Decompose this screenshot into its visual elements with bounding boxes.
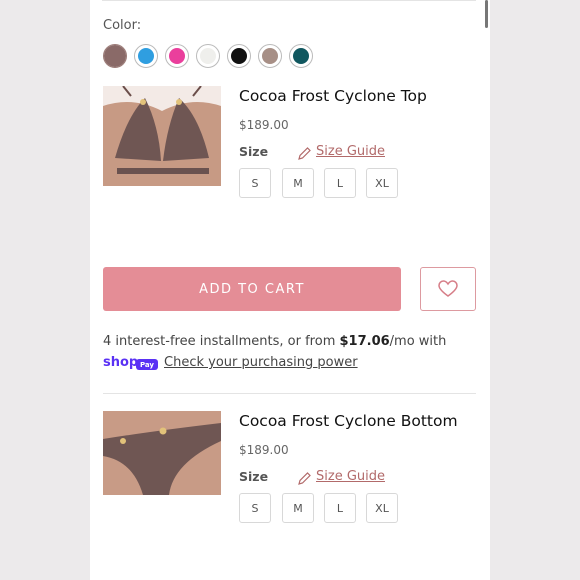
section-divider xyxy=(103,393,476,394)
pay-badge: Pay xyxy=(136,359,158,370)
swatch-black[interactable] xyxy=(227,44,251,68)
color-label: Color: xyxy=(103,18,142,33)
size-option-m[interactable]: M xyxy=(282,168,314,198)
product-title: Cocoa Frost Cyclone Bottom xyxy=(239,412,458,430)
pencil-icon xyxy=(298,147,311,160)
pencil-icon xyxy=(298,472,311,485)
product-image-top[interactable] xyxy=(103,86,221,186)
swatch-pink[interactable] xyxy=(165,44,189,68)
purchasing-power-link[interactable]: Check your purchasing power xyxy=(164,355,358,370)
shop-logo: shop xyxy=(103,355,139,370)
size-option-m[interactable]: M xyxy=(282,493,314,523)
size-option-s[interactable]: S xyxy=(239,493,271,523)
size-option-s[interactable]: S xyxy=(239,168,271,198)
scrollbar[interactable] xyxy=(485,0,488,28)
heart-icon xyxy=(438,280,458,297)
product-price: $189.00 xyxy=(239,443,289,457)
size-option-l[interactable]: L xyxy=(324,493,356,523)
swatch-taupe[interactable] xyxy=(258,44,282,68)
installments-text: 4 interest-free installments, or from $1… xyxy=(103,334,446,349)
size-label: Size xyxy=(239,469,269,484)
product-price: $189.00 xyxy=(239,118,289,132)
size-option-xl[interactable]: XL xyxy=(366,493,398,523)
swatch-cocoa-frost[interactable] xyxy=(103,44,127,68)
product-title: Cocoa Frost Cyclone Top xyxy=(239,87,427,105)
installments-prefix: 4 interest-free installments, or from xyxy=(103,334,340,349)
swatch-blue[interactable] xyxy=(134,44,158,68)
size-option-l[interactable]: L xyxy=(324,168,356,198)
product-image-bottom[interactable] xyxy=(103,411,221,495)
size-label: Size xyxy=(239,144,269,159)
swatch-white[interactable] xyxy=(196,44,220,68)
top-divider xyxy=(102,0,476,1)
size-guide-label: Size Guide xyxy=(316,469,385,484)
installments-suffix: /mo with xyxy=(389,334,447,349)
size-option-xl[interactable]: XL xyxy=(366,168,398,198)
add-to-cart-button[interactable]: ADD TO CART xyxy=(103,267,401,311)
wishlist-button[interactable] xyxy=(420,267,476,311)
size-guide-label: Size Guide xyxy=(316,144,385,159)
swatch-teal[interactable] xyxy=(289,44,313,68)
installments-amount: $17.06 xyxy=(339,334,390,349)
